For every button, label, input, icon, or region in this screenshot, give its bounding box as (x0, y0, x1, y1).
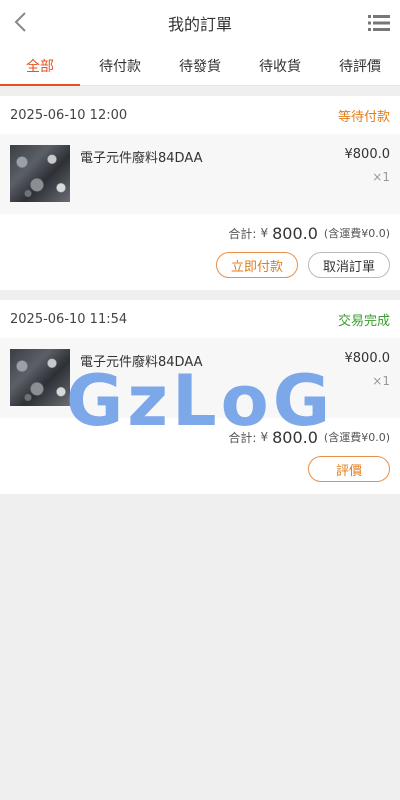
order-time: 2025-06-10 11:54 (10, 311, 128, 327)
page-title: 我的訂單 (167, 15, 232, 34)
review-button[interactable]: 評價 (308, 456, 390, 482)
chevron-left-icon (14, 12, 26, 32)
menu-button[interactable] (366, 10, 392, 36)
cancel-order-button[interactable]: 取消訂單 (307, 252, 390, 278)
currency-symbol: ¥ (260, 430, 269, 444)
product-name: 電子元件廢料84DAA (80, 355, 203, 370)
order-tabs: 全部 待付款 待發貨 待收貨 待評價 (0, 46, 400, 86)
order-status: 交易完成 (337, 313, 390, 329)
product-thumbnail (10, 349, 70, 406)
order-header: 2025-06-10 12:00 等待付款 (0, 96, 400, 134)
order-card: 2025-06-10 11:54 交易完成 電子元件廢料84DAA ¥800.0… (0, 300, 400, 494)
order-item[interactable]: 電子元件廢料84DAA ¥800.0 ×1 (0, 134, 400, 214)
tab-all[interactable]: 全部 (0, 46, 80, 86)
order-time: 2025-06-10 12:00 (10, 107, 128, 123)
total-label: 合計: (228, 226, 257, 241)
order-actions: 立即付款 取消訂單 (0, 252, 400, 290)
order-status: 等待付款 (337, 109, 390, 125)
total-amount: 800.0 (272, 223, 318, 243)
order-item[interactable]: 電子元件廢料84DAA ¥800.0 ×1 (0, 338, 400, 418)
pay-now-button[interactable]: 立即付款 (215, 252, 298, 278)
product-thumbnail (10, 145, 70, 202)
app-header: 我的訂單 (0, 0, 400, 46)
total-amount: 800.0 (272, 427, 318, 447)
order-summary: 合計: ¥ 800.0 (含運費¥0.0) (0, 214, 400, 252)
shipping-note: (含運費¥0.0) (323, 227, 390, 240)
order-summary: 合計: ¥ 800.0 (含運費¥0.0) (0, 418, 400, 456)
product-name: 電子元件廢料84DAA (80, 151, 203, 166)
product-price: ¥800.0 (344, 351, 391, 366)
list-menu-icon (368, 15, 390, 31)
currency-symbol: ¥ (260, 226, 269, 240)
shipping-note: (含運費¥0.0) (323, 431, 390, 444)
product-price: ¥800.0 (344, 147, 391, 162)
tab-pending-payment[interactable]: 待付款 (80, 46, 160, 85)
order-card: 2025-06-10 12:00 等待付款 電子元件廢料84DAA ¥800.0… (0, 96, 400, 290)
tab-pending-review[interactable]: 待評價 (320, 46, 400, 85)
back-button[interactable] (6, 8, 34, 36)
tab-pending-shipment[interactable]: 待發貨 (160, 46, 240, 85)
order-actions: 評價 (0, 456, 400, 494)
product-quantity: ×1 (372, 170, 390, 184)
total-label: 合計: (228, 430, 257, 445)
tab-pending-receipt[interactable]: 待收貨 (240, 46, 320, 85)
product-quantity: ×1 (372, 374, 390, 388)
order-header: 2025-06-10 11:54 交易完成 (0, 300, 400, 338)
